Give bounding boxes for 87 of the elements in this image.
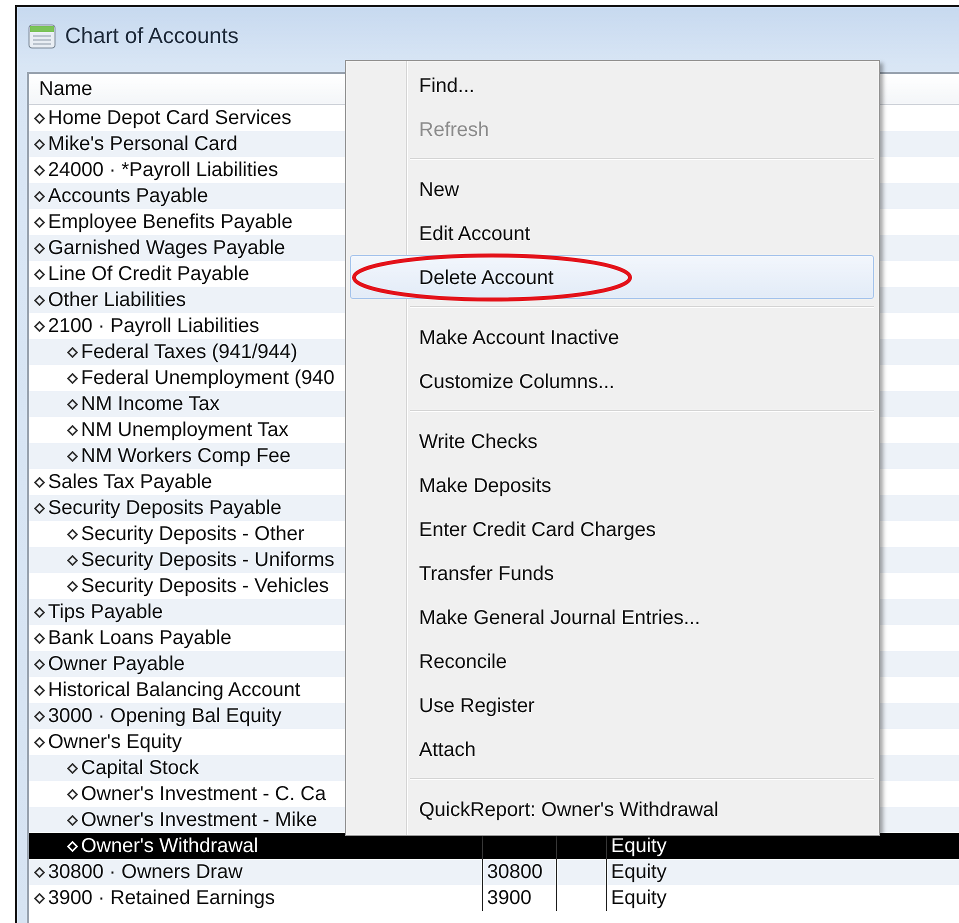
diamond-icon [34, 658, 45, 670]
diamond-icon [34, 476, 45, 488]
diamond-icon [67, 450, 78, 462]
account-type: Equity [611, 887, 667, 909]
menu-item[interactable]: Reconcile [350, 639, 874, 683]
account-name: Owner's Investment - Mike [81, 808, 318, 833]
account-name: Federal Unemployment (940 [81, 366, 334, 391]
menu-item[interactable]: Delete Account [350, 255, 874, 299]
account-type: Equity [611, 835, 667, 857]
account-name: NM Unemployment Tax [81, 418, 288, 443]
diamond-icon [34, 320, 45, 332]
menu-item[interactable]: Transfer Funds [350, 551, 874, 595]
menu-item[interactable]: Find... [350, 63, 874, 107]
account-name: Line Of Credit Payable [48, 262, 250, 287]
diamond-icon [34, 294, 45, 306]
account-number: 3900 [487, 887, 532, 909]
account-name: Owner's Investment - C. Ca [81, 782, 326, 807]
account-name: Tips Payable [48, 600, 163, 625]
diamond-icon [34, 138, 45, 150]
menu-item[interactable]: QuickReport: Owner's Withdrawal [350, 787, 874, 831]
diamond-icon [67, 580, 78, 592]
account-name: 30800 · Owners Draw [48, 860, 243, 885]
menu-item[interactable]: Edit Account [350, 211, 874, 255]
menu-item[interactable]: Use Register [350, 683, 874, 727]
diamond-icon [67, 528, 78, 540]
account-name: Security Deposits - Vehicles [81, 574, 329, 599]
diamond-icon [34, 268, 45, 280]
account-name: Owner's Withdrawal [81, 834, 258, 859]
account-name: Owner Payable [48, 652, 185, 677]
account-name: Garnished Wages Payable [48, 236, 286, 261]
diamond-icon [34, 190, 45, 202]
account-number: 30800 [487, 861, 543, 883]
diamond-icon [34, 632, 45, 644]
menu-item[interactable]: Make Deposits [350, 463, 874, 507]
account-name: Owner's Equity [48, 730, 182, 755]
table-row[interactable]: 3900 · Retained Earnings 3900 Equity [29, 885, 959, 911]
account-name: Other Liabilities [48, 288, 186, 313]
menu-item[interactable]: Attach [350, 727, 874, 771]
diamond-icon [34, 216, 45, 228]
diamond-icon [34, 606, 45, 618]
account-type: Equity [611, 861, 667, 883]
diamond-icon [67, 554, 78, 566]
account-name: Accounts Payable [48, 184, 208, 209]
table-row[interactable]: 30800 · Owners Draw 30800 Equity [29, 859, 959, 885]
diamond-icon [67, 346, 78, 358]
menu-item[interactable]: Make Account Inactive [350, 315, 874, 359]
account-name: Capital Stock [81, 756, 199, 781]
diamond-icon [67, 762, 78, 774]
account-name: NM Income Tax [81, 392, 220, 417]
table-row[interactable]: Owner's Withdrawal Equity [29, 833, 959, 859]
diamond-icon [67, 398, 78, 410]
account-name: Historical Balancing Account [48, 678, 300, 703]
account-name: Employee Benefits Payable [48, 210, 293, 235]
account-name: Federal Taxes (941/944) [81, 340, 298, 365]
window-title: Chart of Accounts [65, 22, 239, 48]
diamond-icon [67, 788, 78, 800]
account-name: Security Deposits Payable [48, 496, 282, 521]
diamond-icon [67, 814, 78, 826]
diamond-icon [34, 892, 45, 904]
diamond-icon [67, 424, 78, 436]
diamond-icon [34, 242, 45, 254]
account-name: Sales Tax Payable [48, 470, 212, 495]
menu-item[interactable]: Customize Columns... [350, 359, 874, 403]
diamond-icon [34, 866, 45, 878]
diamond-icon [34, 736, 45, 748]
menu-item[interactable]: Make General Journal Entries... [350, 595, 874, 639]
diamond-icon [34, 112, 45, 124]
account-name: 3900 · Retained Earnings [48, 886, 275, 911]
account-name: 24000 · *Payroll Liabilities [48, 158, 278, 183]
account-name: Security Deposits - Other [81, 522, 304, 547]
account-name: Bank Loans Payable [48, 626, 232, 651]
account-name: Home Depot Card Services [48, 106, 292, 131]
account-name: Mike's Personal Card [48, 132, 238, 157]
menu-item[interactable]: Write Checks [350, 419, 874, 463]
diamond-icon [67, 372, 78, 384]
account-name: 2100 · Payroll Liabilities [48, 314, 260, 339]
account-name: NM Workers Comp Fee [81, 444, 291, 469]
menu-item[interactable]: Enter Credit Card Charges [350, 507, 874, 551]
menu-item[interactable]: New [350, 167, 874, 211]
account-name: Security Deposits - Uniforms [81, 548, 334, 573]
diamond-icon [34, 502, 45, 514]
diamond-icon [34, 710, 45, 722]
account-name: 3000 · Opening Bal Equity [48, 704, 282, 729]
ledger-icon [27, 22, 57, 50]
diamond-icon [34, 164, 45, 176]
diamond-icon [34, 684, 45, 696]
diamond-icon [67, 840, 78, 852]
